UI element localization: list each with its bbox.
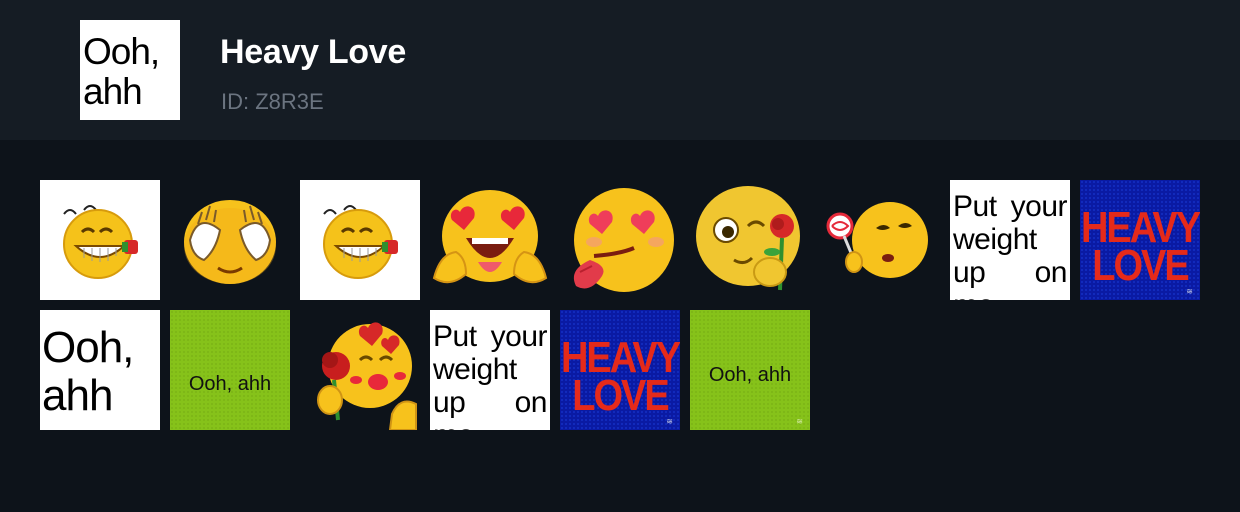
corner-mark-icon: ≋	[666, 417, 673, 426]
grin-rose-art	[63, 205, 138, 279]
sticker-grin-rose[interactable]	[40, 180, 160, 300]
sticker-heart-eyes-tongue[interactable]	[560, 180, 680, 300]
sticker-text-weight-2[interactable]: Put your weight up on me	[430, 310, 550, 430]
sticker-heavy-love-poster-2[interactable]: HEAVY LOVE ≋	[560, 310, 680, 430]
poster-line-2: LOVE	[572, 371, 669, 421]
sticker-ooh-ahh-green-2[interactable]: Ooh, ahh ≋	[690, 310, 810, 430]
sticker-pack-header: Ooh, ahh Heavy Love ID: Z8R3E	[0, 0, 1240, 140]
sticker-kissing-rose[interactable]	[300, 310, 420, 430]
lollipop-face-art	[826, 202, 928, 278]
covering-eyes-art	[184, 200, 276, 284]
sticker-text: Ooh, ahh	[42, 323, 134, 420]
sticker-ooh-ahh-green[interactable]: Ooh, ahh	[170, 310, 290, 430]
sticker-grin-rose-2[interactable]	[300, 180, 420, 300]
sticker-text: Put your weight up on me	[953, 190, 1068, 300]
sticker-covering-eyes[interactable]	[170, 180, 290, 300]
pack-title: Heavy Love	[220, 33, 406, 71]
heart-eyes-tongue-art	[573, 188, 674, 292]
sticker-text-weight[interactable]: Put your weight up on me	[950, 180, 1070, 300]
sticker-grid: Put your weight up on me HEAVY LOVE ≋ Oo…	[40, 180, 1210, 430]
corner-mark-icon: ≋	[796, 417, 803, 426]
kissing-rose-art	[317, 322, 417, 430]
wink-rose-art	[696, 186, 800, 291]
sticker-text: Ooh, ahh	[188, 373, 272, 395]
poster-line-2: LOVE	[1092, 241, 1189, 291]
grin-rose-art-2	[323, 205, 398, 279]
corner-mark-icon: ≋	[1186, 287, 1193, 296]
sticker-wink-rose[interactable]	[690, 180, 810, 300]
pack-cover-text: Ooh, ahh	[83, 31, 160, 112]
pack-id: ID: Z8R3E	[221, 89, 324, 114]
heart-eyes-hands-art	[432, 190, 548, 284]
sticker-ooh-ahh-text[interactable]: Ooh, ahh	[40, 310, 160, 430]
sticker-lollipop-face[interactable]	[820, 180, 940, 300]
pack-cover-image: Ooh, ahh	[80, 20, 180, 120]
sticker-heavy-love-poster[interactable]: HEAVY LOVE ≋	[1080, 180, 1200, 300]
sticker-text: Ooh, ahh	[708, 364, 792, 386]
sticker-text: Put your weight up on me	[433, 320, 548, 430]
sticker-heart-eyes-hands[interactable]	[430, 180, 550, 300]
